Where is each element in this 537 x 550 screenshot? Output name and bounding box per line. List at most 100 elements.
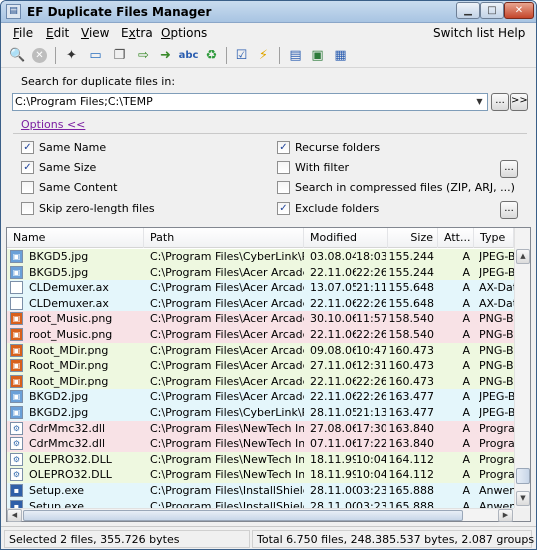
toolbar-separator bbox=[226, 47, 227, 64]
stop-icon[interactable]: ✕ bbox=[30, 46, 49, 65]
horizontal-scroll-thumb[interactable] bbox=[23, 510, 463, 521]
properties-icon[interactable]: ▣ bbox=[308, 46, 327, 65]
checkbox-box[interactable]: ✓ bbox=[277, 141, 290, 154]
table-row[interactable]: ▣ BKGD5.jpg C:\Program Files\Acer Arcade .… bbox=[7, 264, 514, 281]
cell-size: 158.540 bbox=[388, 328, 435, 341]
exclude-settings-button[interactable]: ... bbox=[500, 201, 518, 219]
same-content-checkbox[interactable]: Same Content bbox=[21, 181, 117, 194]
checkbox-box[interactable]: ✓ bbox=[21, 161, 34, 174]
cell-attr: A bbox=[462, 468, 470, 482]
column-header-type[interactable]: Type bbox=[474, 228, 514, 248]
options-toggle-link[interactable]: Options << bbox=[21, 118, 85, 131]
menu-switch-list[interactable]: Switch list bbox=[433, 26, 494, 40]
menu-edit[interactable]: Edit bbox=[46, 26, 69, 40]
app-icon: ▤ bbox=[6, 4, 21, 19]
chevron-down-icon[interactable]: ▼ bbox=[472, 94, 487, 110]
cell-date: 22.11.06 bbox=[310, 390, 356, 404]
compressed-checkbox[interactable]: Search in compressed files (ZIP, ARJ, ..… bbox=[277, 181, 515, 194]
scroll-down-icon[interactable]: ▼ bbox=[516, 491, 530, 506]
new-icon[interactable]: ✦ bbox=[62, 46, 81, 65]
dll-file-icon: ⚙ bbox=[10, 421, 23, 435]
cell-attr: A bbox=[462, 265, 470, 279]
same-name-checkbox[interactable]: ✓ Same Name bbox=[21, 141, 106, 154]
cell-path: C:\Program Files\InstallShield I... bbox=[150, 499, 304, 508]
scroll-up-icon[interactable]: ▲ bbox=[516, 249, 530, 264]
search-icon[interactable]: 🔍 bbox=[8, 46, 27, 65]
cell-size: 158.540 bbox=[388, 312, 435, 326]
scroll-right-icon[interactable]: ▶ bbox=[498, 509, 513, 522]
checkbox-box[interactable] bbox=[277, 161, 290, 174]
checkbox-box[interactable]: ✓ bbox=[21, 141, 34, 154]
menu-options[interactable]: Options bbox=[161, 26, 207, 40]
table-row[interactable]: ⚙ CdrMmc32.dll C:\Program Files\NewTech In… bbox=[7, 420, 514, 437]
vertical-scroll-thumb[interactable] bbox=[516, 468, 530, 484]
table-row[interactable]: ▣ Root_MDir.png C:\Program Files\Acer Arca… bbox=[7, 358, 514, 374]
lightning-icon[interactable]: ⚡ bbox=[254, 46, 273, 65]
checkbox-box[interactable] bbox=[21, 181, 34, 194]
cell-type: Anwend bbox=[479, 484, 514, 497]
table-row[interactable]: ▣ root_Music.png C:\Program Files\Acer Arc… bbox=[7, 311, 514, 327]
column-header-modified[interactable]: Modified bbox=[304, 228, 388, 248]
minimize-button[interactable]: ▁ bbox=[456, 2, 480, 19]
cell-name: BKGD2.jpg bbox=[29, 390, 89, 404]
cell-attr: A bbox=[462, 406, 470, 419]
column-header-path[interactable]: Path bbox=[144, 228, 304, 248]
column-header-attributes[interactable]: Att... bbox=[438, 228, 474, 248]
maximize-button[interactable]: □ bbox=[480, 2, 504, 19]
search-path-value: C:\Program Files;C:\TEMP bbox=[15, 95, 153, 108]
cell-name: CdrMmc32.dll bbox=[29, 437, 106, 451]
checkbox-box[interactable] bbox=[277, 181, 290, 194]
recycle-icon[interactable]: ♻ bbox=[202, 46, 221, 65]
menu-help[interactable]: Help bbox=[498, 26, 525, 40]
add-path-button[interactable]: >> bbox=[510, 93, 528, 111]
recurse-folders-checkbox[interactable]: ✓ Recurse folders bbox=[277, 141, 380, 154]
table-row[interactable]: ▣ BKGD2.jpg C:\Program Files\CyberLink\Po.… bbox=[7, 405, 514, 421]
open-icon[interactable]: ▭ bbox=[86, 46, 105, 65]
table-row[interactable]: ▣ Root_MDir.png C:\Program Files\Acer Arca… bbox=[7, 342, 514, 359]
scroll-left-icon[interactable]: ◀ bbox=[7, 509, 22, 522]
menu-file[interactable]: File bbox=[13, 26, 33, 40]
table-row[interactable]: CLDemuxer.ax C:\Program Files\Acer Arcade… bbox=[7, 280, 514, 296]
results-table[interactable]: ▣ BKGD5.jpg C:\Program Files\CyberLink\Po.… bbox=[7, 249, 514, 508]
table-row[interactable]: CLDemuxer.ax C:\Program Files\Acer Arcade… bbox=[7, 295, 514, 312]
cell-attr: A bbox=[462, 374, 470, 388]
table-row[interactable]: ⚙ OLEPRO32.DLL C:\Program Files\NewTech In… bbox=[7, 467, 514, 483]
table-row[interactable]: ⚙ CdrMmc32.dll C:\Program Files\NewTech In… bbox=[7, 436, 514, 452]
cell-attr: A bbox=[462, 437, 470, 451]
table-row[interactable]: ▣ Root_MDir.png C:\Program Files\Acer Arca… bbox=[7, 373, 514, 390]
column-header-name[interactable]: Name bbox=[7, 228, 144, 248]
vertical-scrollbar[interactable]: ▲ ▼ bbox=[514, 228, 530, 508]
table-row[interactable]: ⚙ OLEPRO32.DLL C:\Program Files\NewTech In… bbox=[7, 451, 514, 468]
save-icon[interactable]: ▦ bbox=[331, 46, 350, 65]
menu-view[interactable]: View bbox=[81, 26, 109, 40]
menu-extra[interactable]: Extra bbox=[121, 26, 153, 40]
skip-zero-checkbox[interactable]: Skip zero-length files bbox=[21, 202, 155, 215]
rename-icon[interactable]: abc bbox=[179, 46, 199, 65]
column-header-size[interactable]: Size bbox=[388, 228, 438, 248]
close-button[interactable]: ✕ bbox=[504, 2, 534, 19]
exclude-folders-checkbox[interactable]: ✓ Exclude folders bbox=[277, 202, 379, 215]
export-icon[interactable]: ➜ bbox=[156, 46, 175, 65]
cell-date: 28.11.05 bbox=[310, 406, 356, 419]
with-filter-checkbox[interactable]: With filter bbox=[277, 161, 349, 174]
table-row[interactable]: ▣ BKGD5.jpg C:\Program Files\CyberLink\Po.… bbox=[7, 249, 514, 265]
filter-settings-button[interactable]: ... bbox=[500, 160, 518, 178]
table-row[interactable]: ▪ Setup.exe C:\Program Files\InstallShield… bbox=[7, 483, 514, 499]
table-row[interactable]: ▪ Setup.exe C:\Program Files\InstallShield… bbox=[7, 498, 514, 508]
same-size-checkbox[interactable]: ✓ Same Size bbox=[21, 161, 96, 174]
cell-name: CLDemuxer.ax bbox=[29, 296, 109, 310]
checkbox-box[interactable]: ✓ bbox=[277, 202, 290, 215]
document-icon[interactable]: ▤ bbox=[286, 46, 305, 65]
search-path-combo[interactable]: C:\Program Files;C:\TEMP ▼ bbox=[12, 93, 488, 111]
browse-button[interactable]: ... bbox=[491, 93, 509, 111]
table-row[interactable]: ▣ root_Music.png C:\Program Files\Acer Arc… bbox=[7, 327, 514, 343]
checkbox-box[interactable] bbox=[21, 202, 34, 215]
move-icon[interactable]: ⇨ bbox=[134, 46, 153, 65]
checklist-icon[interactable]: ☑ bbox=[232, 46, 251, 65]
table-row[interactable]: ▣ BKGD2.jpg C:\Program Files\Acer Arcade .… bbox=[7, 389, 514, 405]
same-name-label: Same Name bbox=[39, 141, 107, 154]
copy-icon[interactable]: ❐ bbox=[110, 46, 129, 65]
cell-date: 30.10.06 bbox=[310, 312, 356, 326]
horizontal-scrollbar[interactable]: ◀ ▶ bbox=[7, 508, 514, 522]
cell-time: 17:22 bbox=[356, 437, 386, 451]
